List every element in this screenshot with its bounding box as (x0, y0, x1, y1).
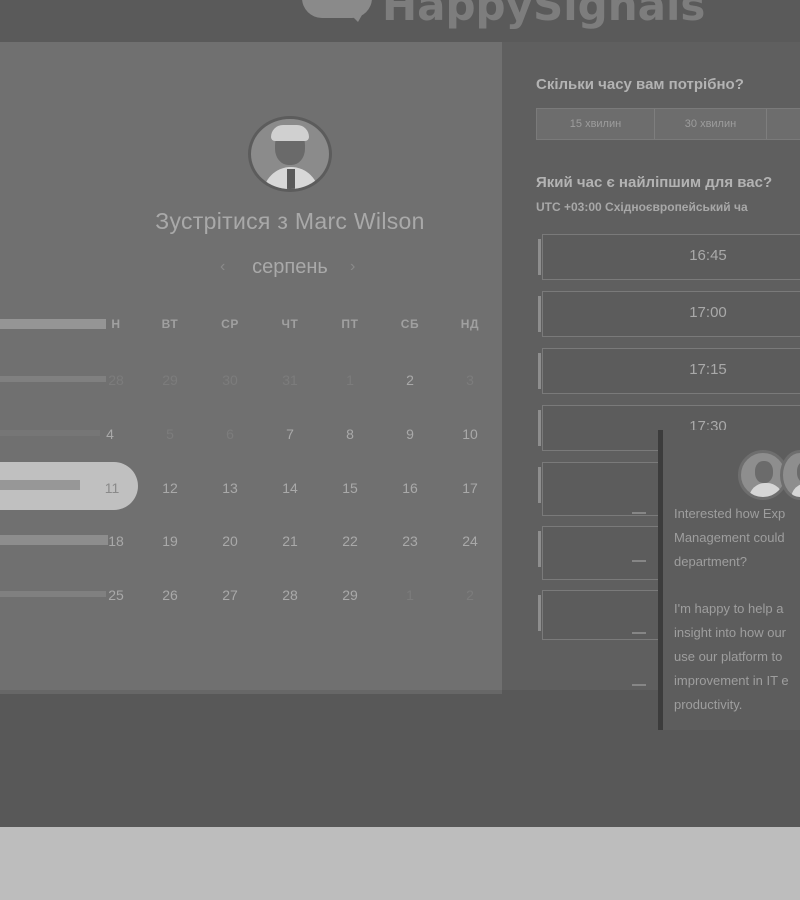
panel-divider (0, 690, 502, 694)
weekday-label: НД (460, 317, 480, 331)
calendar-day: 1 (406, 587, 414, 603)
top-bar: HappySignals (0, 0, 800, 42)
chat-line: use our platform to (674, 649, 783, 664)
chat-line: insight into how our (674, 625, 787, 640)
calendar-day[interactable]: 15 (330, 480, 370, 496)
calendar-day[interactable]: 27 (210, 587, 250, 603)
timezone-label[interactable]: UTC +03:00 Східноєвропейський ча (536, 200, 748, 214)
weekday-label: ПТ (341, 317, 359, 331)
calendar-day: 30 (222, 372, 238, 388)
duration-heading: Скільки часу вам потрібно? (536, 76, 744, 93)
calendar-panel: Зустрітися з Marc Wilson ‹ серпень › Н В… (0, 42, 502, 690)
calendar-day[interactable]: 8 (330, 426, 370, 442)
host-avatar (248, 116, 332, 192)
calendar-week: 4 5 6 7 8 9 10 (0, 424, 502, 448)
chat-line: Interested how Exp (674, 506, 786, 521)
calendar-day[interactable]: 24 (450, 533, 490, 549)
month-navigator: ‹ серпень › (210, 256, 370, 284)
calendar-day[interactable]: 18 (96, 533, 136, 549)
chat-line: Management could (674, 530, 785, 545)
time-slot[interactable]: 16:45 (538, 234, 800, 280)
calendar-day[interactable]: 12 (150, 480, 190, 496)
weekday-label: ВТ (161, 317, 179, 331)
calendar-day[interactable]: 26 (150, 587, 190, 603)
weekday-label: Н (111, 317, 121, 331)
time-slot-label: 17:00 (689, 304, 727, 321)
calendar-day[interactable]: 14 (270, 480, 310, 496)
calendar-week: 28 29 30 31 1 2 3 (0, 370, 502, 394)
logo-text: HappySignals (382, 0, 706, 30)
calendar-day: 29 (162, 372, 178, 388)
calendar-day: 3 (466, 372, 474, 388)
chat-line: I'm happy to help a (674, 601, 784, 616)
calendar-day: 31 (282, 372, 298, 388)
calendar-day[interactable]: 10 (450, 426, 490, 442)
duration-option-30[interactable]: 30 хвилин (655, 109, 767, 139)
time-slot[interactable]: 17:15 (538, 348, 800, 394)
divider-tick (632, 684, 646, 686)
calendar-day: 6 (226, 426, 234, 442)
time-slot-label: 17:15 (689, 361, 727, 378)
weekday-label: ЧТ (281, 317, 299, 331)
chat-line: productivity. (674, 697, 743, 712)
calendar-day: 28 (108, 372, 124, 388)
calendar-day[interactable]: 13 (210, 480, 250, 496)
calendar-day[interactable]: 20 (210, 533, 250, 549)
time-heading: Який час є найліпшим для вас? (536, 174, 773, 191)
calendar-day[interactable]: 19 (150, 533, 190, 549)
duration-selector: 15 хвилин 30 хвилин (536, 108, 800, 140)
weekday-label: СБ (400, 317, 420, 331)
weekday-label: СР (221, 317, 239, 331)
calendar-week: 18 19 20 21 22 23 24 (0, 531, 502, 555)
time-slot-label: 16:45 (689, 247, 727, 264)
calendar-day[interactable]: 29 (330, 587, 370, 603)
month-label: серпень (252, 256, 328, 278)
calendar-day[interactable]: 2 (390, 372, 430, 388)
calendar-day[interactable]: 25 (96, 587, 136, 603)
divider-tick (632, 632, 646, 634)
speech-bubble-icon (298, 0, 378, 28)
calendar-day[interactable]: 28 (270, 587, 310, 603)
divider-tick (632, 512, 646, 514)
calendar-day-selected[interactable]: 11 (92, 480, 132, 496)
duration-option-15[interactable]: 15 хвилин (537, 109, 655, 139)
calendar-day[interactable]: 21 (270, 533, 310, 549)
calendar-day[interactable]: 7 (270, 426, 310, 442)
happysignals-logo[interactable]: HappySignals (298, 0, 705, 28)
chat-line: department? (674, 554, 747, 569)
calendar-day[interactable]: 4 (90, 426, 130, 442)
calendar-day: 1 (346, 372, 354, 388)
calendar-day: 2 (466, 587, 474, 603)
chevron-right-icon[interactable]: › (350, 258, 355, 276)
chat-line: improvement in IT e (674, 673, 789, 688)
calendar-week: 11 12 13 14 15 16 17 (0, 478, 502, 502)
weekday-header: Н ВТ СР ЧТ ПТ СБ НД (0, 315, 502, 339)
divider-tick (632, 560, 646, 562)
meeting-title: Зустрітися з Marc Wilson (155, 208, 425, 234)
calendar-day[interactable]: 16 (390, 480, 430, 496)
calendar-day: 5 (166, 426, 174, 442)
time-slot[interactable]: 17:00 (538, 291, 800, 337)
calendar-day[interactable]: 17 (450, 480, 490, 496)
calendar-day[interactable]: 9 (390, 426, 430, 442)
calendar-day[interactable]: 23 (390, 533, 430, 549)
calendar-week: 25 26 27 28 29 1 2 (0, 585, 502, 609)
calendar-day[interactable]: 22 (330, 533, 370, 549)
